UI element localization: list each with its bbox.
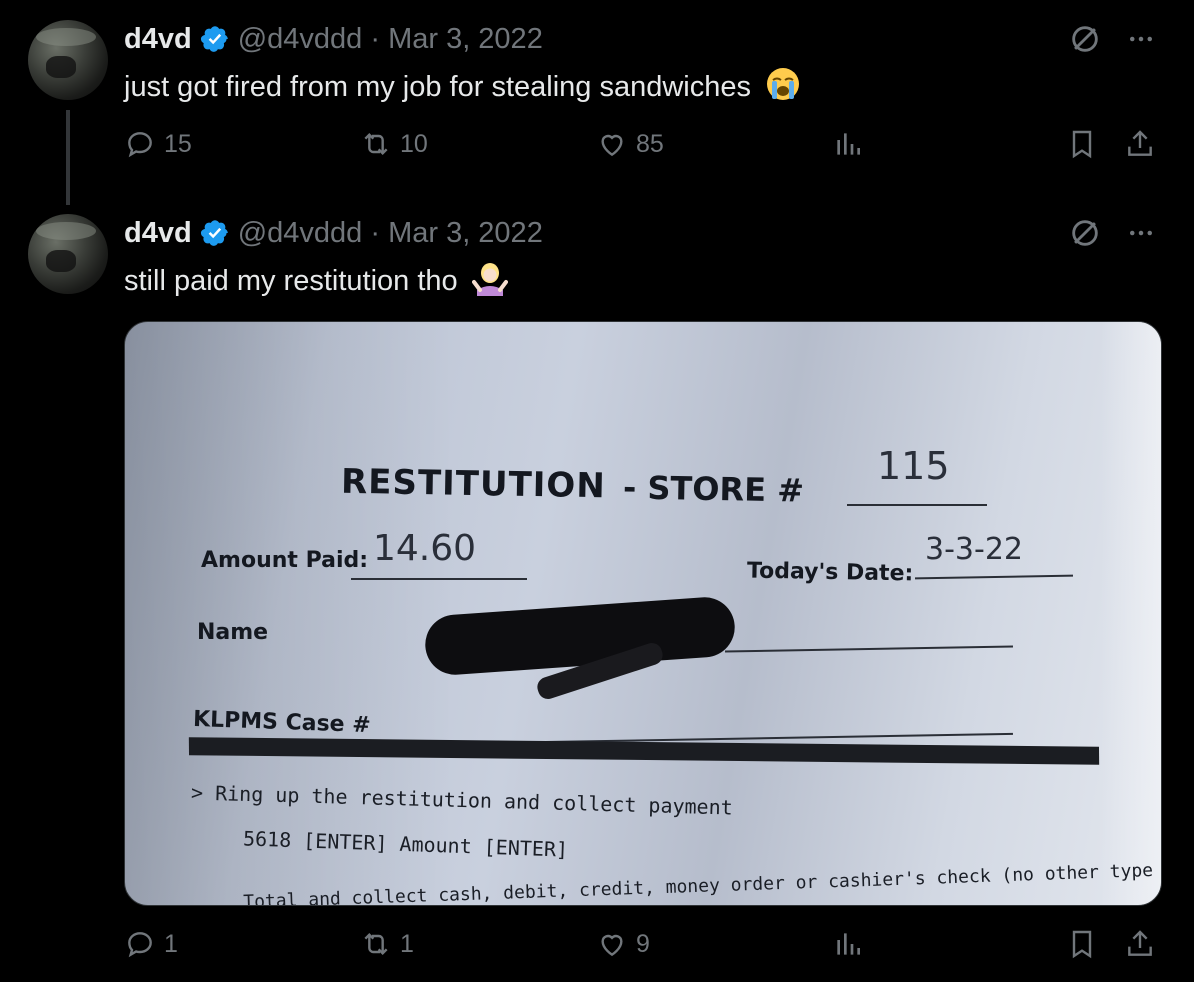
avatar[interactable] [28, 214, 108, 294]
reply-icon [128, 132, 152, 158]
bookmark-button[interactable] [1066, 128, 1098, 160]
form-name-label: Name [197, 620, 269, 645]
analytics-icon [837, 133, 860, 155]
form-amount-value: 14.60 [373, 528, 477, 569]
separator-dot: · [362, 216, 389, 249]
name-underline [725, 645, 1013, 653]
form-title: RESTITUTION [340, 461, 607, 507]
person-shrugging-icon [471, 263, 508, 296]
share-icon [1128, 130, 1152, 156]
date-underline [914, 574, 1074, 580]
author-handle[interactable]: @d4vddd [238, 23, 363, 56]
verified-badge-icon [200, 26, 228, 52]
like-button[interactable]: 85 [596, 128, 664, 160]
like-count: 9 [636, 929, 650, 958]
more-options-icon[interactable] [1126, 218, 1156, 248]
author-name[interactable]: d4vd [124, 23, 192, 56]
share-button[interactable] [1124, 128, 1156, 160]
reply-button[interactable]: 1 [124, 928, 178, 960]
more-options-icon[interactable] [1126, 24, 1156, 54]
tweet-text-content: just got fired from my job for stealing … [124, 71, 751, 103]
heart-icon [601, 934, 623, 957]
share-icon [1128, 930, 1152, 956]
tweet-header: d4vd @d4vddd · Mar 3, 2022 [124, 216, 543, 250]
share-button[interactable] [1124, 928, 1156, 960]
avatar[interactable] [28, 20, 108, 100]
tweet-text-content: still paid my restitution tho [124, 265, 458, 297]
tweet-photo[interactable]: RESTITUTION - STORE # 115 Amount Paid: 1… [124, 321, 1162, 906]
reply-button[interactable]: 15 [124, 128, 192, 160]
tweet-text: still paid my restitution tho [124, 260, 508, 298]
views-button[interactable] [832, 128, 864, 160]
tweet-top-actions [1068, 216, 1156, 250]
grok-icon[interactable] [1068, 22, 1102, 56]
tweet-1[interactable]: d4vd @d4vddd · Mar 3, 2022 just got fire… [0, 0, 1194, 205]
tweet-date[interactable]: Mar 3, 2022 [388, 217, 543, 250]
reply-icon [128, 932, 152, 958]
tweet-date[interactable]: Mar 3, 2022 [388, 23, 543, 56]
tweet-actions: 1 1 9 [124, 928, 1164, 968]
like-button[interactable]: 9 [596, 928, 650, 960]
loudly-crying-face-icon [767, 68, 800, 100]
reply-count: 1 [164, 929, 178, 958]
verified-badge-icon [200, 220, 228, 246]
grok-icon[interactable] [1068, 216, 1102, 250]
bookmark-icon [1072, 930, 1092, 959]
separator-dot: · [362, 22, 389, 55]
author-name[interactable]: d4vd [124, 217, 192, 250]
author-handle[interactable]: @d4vddd [238, 217, 363, 250]
repost-button[interactable]: 10 [360, 128, 428, 160]
paper-fold-shadow [125, 322, 455, 905]
repost-icon [364, 932, 388, 956]
form-store-value: 115 [877, 444, 950, 488]
form-store-label: - STORE # [622, 468, 805, 510]
thread-connector-line [66, 110, 70, 205]
analytics-icon [837, 933, 860, 955]
views-button[interactable] [832, 928, 864, 960]
tweet-top-actions [1068, 22, 1156, 56]
repost-icon [364, 132, 388, 156]
repost-button[interactable]: 1 [360, 928, 414, 960]
form-amount-label: Amount Paid: [201, 548, 369, 573]
repost-count: 1 [400, 929, 414, 958]
tweet-text: just got fired from my job for stealing … [124, 66, 801, 104]
repost-count: 10 [400, 129, 428, 158]
tweet-actions: 15 10 85 [124, 128, 1164, 168]
reply-count: 15 [164, 129, 192, 158]
like-count: 85 [636, 129, 664, 158]
amount-underline [351, 578, 527, 580]
paper-edge [1101, 322, 1161, 905]
heart-icon [601, 134, 623, 157]
tweet-2[interactable]: d4vd @d4vddd · Mar 3, 2022 still paid my… [0, 200, 1194, 982]
redaction-scribble [423, 595, 737, 677]
store-underline [847, 504, 987, 506]
form-date-value: 3-3-22 [925, 532, 1023, 567]
bookmark-icon [1072, 130, 1092, 159]
form-date-label: Today's Date: [746, 558, 914, 587]
tweet-header: d4vd @d4vddd · Mar 3, 2022 [124, 22, 543, 56]
bookmark-button[interactable] [1066, 928, 1098, 960]
